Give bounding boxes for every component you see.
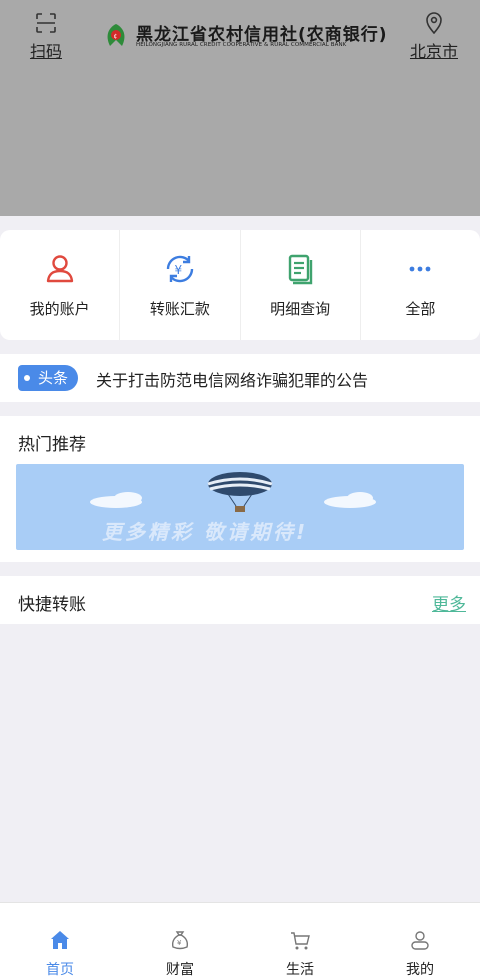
tab-label: 我的 [406, 962, 434, 978]
more-icon [409, 266, 431, 272]
bottom-tab-bar: 首页 ¥ 财富 生活 我的 [0, 902, 480, 980]
tab-label: 生活 [286, 962, 314, 978]
profile-icon [411, 931, 429, 950]
location-pin-icon [426, 12, 442, 34]
bank-logo-icon: ¢ [107, 24, 125, 46]
menu-item-my-account[interactable]: 我的账户 [0, 230, 121, 340]
menu-item-label: 我的账户 [29, 300, 90, 318]
promo-banner[interactable]: 更多精彩 敬请期待! [16, 464, 464, 550]
headline-tag: 头条 [18, 365, 78, 391]
user-icon [46, 255, 73, 283]
home-icon [51, 931, 69, 949]
svg-text:¢: ¢ [114, 33, 118, 40]
banner-text: 更多精彩 敬请期待! [102, 520, 309, 544]
section-title: 热门推荐 [18, 435, 86, 455]
scan-button[interactable]: 扫码 [26, 12, 66, 62]
bank-name-en: HEILONGJIANG RURAL CREDIT COOPERATIVE & … [136, 42, 347, 48]
cart-icon [291, 932, 310, 950]
svg-text:¥: ¥ [174, 263, 182, 277]
tab-home[interactable]: 首页 [0, 903, 120, 980]
tab-life[interactable]: 生活 [240, 903, 360, 980]
menu-item-details[interactable]: 明细查询 [241, 230, 361, 340]
tab-label: 首页 [46, 962, 74, 978]
scan-icon [36, 13, 56, 33]
document-icon [288, 254, 313, 285]
menu-item-transfer[interactable]: ¥ 转账汇款 [120, 230, 241, 340]
tab-wealth[interactable]: ¥ 财富 [120, 903, 240, 980]
tab-label: 财富 [166, 962, 194, 978]
menu-item-label: 全部 [405, 300, 436, 318]
menu-item-label: 明细查询 [270, 300, 331, 318]
quick-transfer-section: 快捷转账 更多 [0, 576, 480, 624]
header-banner: 扫码 ¢ 黑龙江省农村信用社(农商银行) HEILONGJIANG RURAL … [0, 0, 480, 216]
menu-item-label: 转账汇款 [149, 300, 210, 318]
more-link[interactable]: 更多 [432, 590, 466, 615]
location-label: 北京市 [409, 42, 458, 61]
scan-label: 扫码 [29, 42, 62, 61]
headline-text[interactable]: 关于打击防范电信网络诈骗犯罪的公告 [96, 367, 368, 391]
bank-brand: ¢ 黑龙江省农村信用社(农商银行) HEILONGJIANG RURAL CRE… [102, 20, 392, 52]
tab-mine[interactable]: 我的 [360, 903, 480, 980]
location-button[interactable]: 北京市 [408, 12, 460, 62]
quick-menu: 我的账户 ¥ 转账汇款 明细查询 全部 [0, 230, 480, 340]
menu-item-all[interactable]: 全部 [361, 230, 480, 340]
headline-news[interactable]: 头条 关于打击防范电信网络诈骗犯罪的公告 [0, 354, 480, 402]
money-bag-icon: ¥ [171, 931, 189, 950]
svg-text:¥: ¥ [177, 939, 182, 947]
section-title: 快捷转账 [18, 595, 86, 615]
transfer-icon: ¥ [166, 255, 194, 283]
hot-recommend-section: 热门推荐 更多精彩 敬请期待! [0, 416, 480, 562]
